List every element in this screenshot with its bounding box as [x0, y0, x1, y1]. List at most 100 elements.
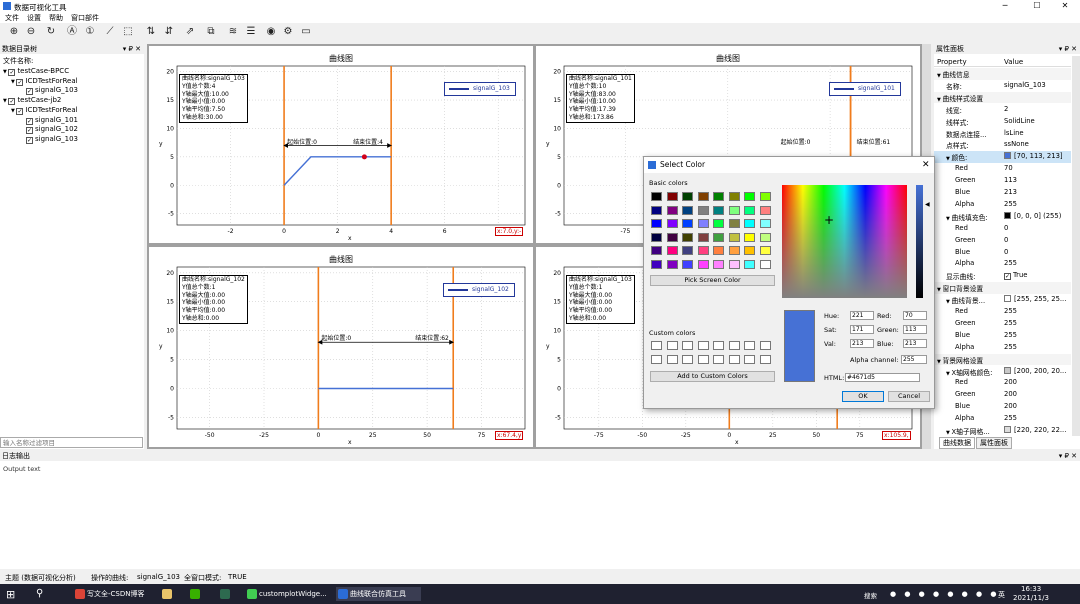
basic-color-swatch[interactable]: [697, 192, 709, 201]
custom-color-swatch[interactable]: [682, 341, 693, 350]
property-row[interactable]: Alpha 255: [934, 413, 1071, 425]
basic-color-swatch[interactable]: [759, 259, 771, 269]
property-row[interactable]: Alpha 255: [934, 199, 1071, 211]
property-row[interactable]: Green 200: [934, 389, 1071, 401]
property-row[interactable]: Blue 213: [934, 187, 1071, 199]
basic-color-swatch[interactable]: [744, 205, 755, 215]
property-value[interactable]: ✓ True: [1004, 271, 1027, 281]
tree-item[interactable]: ▼ ✓ testCase-BPCC: [3, 67, 69, 76]
search-icon[interactable]: ⚲: [36, 588, 43, 599]
custom-color-swatch[interactable]: [759, 354, 771, 364]
property-value[interactable]: ssNone: [1004, 140, 1029, 148]
property-row[interactable]: 名称: signalG_103: [934, 80, 1071, 92]
windows-start-icon[interactable]: ⊞: [6, 588, 15, 601]
hue-input[interactable]: 221: [850, 311, 874, 320]
basic-color-swatch[interactable]: [651, 205, 662, 215]
property-value[interactable]: [220, 220, 22...: [1004, 426, 1066, 434]
menu-help[interactable]: 帮助: [49, 13, 63, 23]
tree-item[interactable]: ✓ signalG_102: [19, 125, 78, 135]
basic-color-swatch[interactable]: [666, 205, 678, 215]
ok-button[interactable]: OK: [842, 391, 884, 402]
green-input[interactable]: 113: [903, 325, 927, 334]
chart-icon[interactable]: ⟋: [104, 26, 116, 38]
all-icon[interactable]: Ⓐ: [66, 26, 78, 38]
tree-item[interactable]: ▼ ✓ ICDTestForReal: [11, 77, 78, 86]
tree-item[interactable]: ✓ signalG_103: [19, 86, 78, 96]
custom-color-swatch[interactable]: [651, 354, 662, 364]
dialog-close-icon[interactable]: ✕: [922, 157, 930, 173]
sat-input[interactable]: 171: [850, 325, 874, 334]
plot-legend[interactable]: signalG_102: [443, 283, 515, 297]
basic-color-swatch[interactable]: [713, 219, 724, 228]
property-value[interactable]: 2: [1004, 105, 1008, 113]
property-row[interactable]: Red 255: [934, 306, 1071, 318]
property-value[interactable]: SolidLine: [1004, 117, 1035, 125]
tree-checkbox[interactable]: ✓: [16, 107, 24, 115]
record-icon[interactable]: ◉: [265, 26, 277, 38]
stack-icon[interactable]: ☰: [245, 26, 257, 38]
task-active-app[interactable]: 曲线联合仿真工具: [336, 587, 421, 601]
basic-color-swatch[interactable]: [728, 246, 740, 255]
select-icon[interactable]: ⬚: [122, 26, 134, 38]
basic-color-swatch[interactable]: [666, 259, 678, 269]
property-value[interactable]: [200, 200, 20...: [1004, 366, 1066, 375]
property-row[interactable]: ▼ 曲线背景... [255, 255, 25...: [934, 294, 1071, 306]
add-custom-color-button[interactable]: Add to Custom Colors: [650, 371, 775, 382]
custom-color-swatch[interactable]: [759, 341, 771, 350]
red-input[interactable]: 70: [903, 311, 927, 320]
maximize-button[interactable]: ☐: [1022, 0, 1052, 12]
property-value[interactable]: 255: [1004, 307, 1017, 315]
basic-color-swatch[interactable]: [666, 192, 678, 201]
property-value[interactable]: lsLine: [1004, 129, 1024, 137]
tree-checkbox[interactable]: ✓: [26, 136, 33, 144]
plot-panel-3[interactable]: -50 -25 0 25 50 75 20 15 10 5 0 -5 x y 起始位置:0 结束位置:62 曲线…: [149, 247, 533, 447]
basic-color-swatch[interactable]: [759, 192, 771, 201]
basic-color-swatch[interactable]: [651, 219, 662, 228]
property-checkbox[interactable]: ✓: [1004, 273, 1011, 281]
property-value[interactable]: 255: [1004, 414, 1017, 422]
property-row[interactable]: 显示曲线: ✓ True: [934, 270, 1071, 282]
basic-color-swatch[interactable]: [759, 246, 771, 255]
value-slider[interactable]: [916, 185, 923, 298]
property-row[interactable]: ▼ 颜色: [70, 113, 213]: [934, 151, 1071, 163]
property-value[interactable]: 255: [1004, 259, 1017, 267]
basic-color-swatch[interactable]: [713, 259, 724, 269]
basic-color-swatch[interactable]: [697, 246, 709, 255]
property-value[interactable]: 255: [1004, 319, 1017, 327]
property-row[interactable]: Red 0: [934, 223, 1071, 235]
data-tree-panel-controls[interactable]: ▾ ₽ ✕: [123, 44, 141, 54]
tray-icons[interactable]: ● ● ● ● ● ● ● ●: [890, 590, 999, 598]
blue-input[interactable]: 213: [903, 339, 927, 348]
property-row[interactable]: Green 113: [934, 175, 1071, 187]
basic-color-swatch[interactable]: [728, 259, 740, 269]
property-row[interactable]: Red 200: [934, 377, 1071, 389]
refresh-icon[interactable]: ↻: [45, 26, 57, 38]
basic-color-swatch[interactable]: [728, 219, 740, 228]
basic-color-swatch[interactable]: [651, 192, 662, 201]
tree-item[interactable]: ▼ ✓ testCase-jb2: [3, 96, 61, 106]
tree-item[interactable]: ▼ ✓ ICDTestForReal: [11, 106, 78, 115]
task-chrome[interactable]: 写文全-CSDN博客 ...: [73, 587, 153, 601]
property-row[interactable]: ▼ X轴网格颜色: [200, 200, 20...: [934, 366, 1071, 378]
zoom-in-icon[interactable]: ⊕: [8, 26, 20, 38]
task-app-4[interactable]: [218, 587, 236, 601]
minimize-button[interactable]: ─: [990, 0, 1020, 12]
basic-color-swatch[interactable]: [744, 246, 755, 255]
property-value[interactable]: 0: [1004, 224, 1008, 232]
property-row[interactable]: ▼ X轴子网格... [220, 220, 22...: [934, 425, 1071, 437]
property-row[interactable]: Red 70: [934, 163, 1071, 175]
property-value[interactable]: 113: [1004, 176, 1017, 184]
property-value[interactable]: 255: [1004, 331, 1017, 339]
plot-panel-1[interactable]: -20246820151050-5xy起始位置:0结束位置:4曲线图曲线名称:s…: [149, 46, 533, 243]
custom-color-swatch[interactable]: [744, 354, 755, 364]
property-row[interactable]: ▼ 曲线信息: [934, 68, 1071, 80]
basic-color-swatch[interactable]: [713, 232, 724, 242]
custom-color-swatch[interactable]: [713, 354, 724, 364]
property-value[interactable]: [70, 113, 213]: [1004, 152, 1063, 160]
basic-color-swatch[interactable]: [744, 232, 755, 242]
property-row[interactable]: Green 0: [934, 235, 1071, 247]
property-value[interactable]: 255: [1004, 200, 1017, 208]
property-value[interactable]: 200: [1004, 378, 1017, 386]
property-scrollbar[interactable]: [1072, 56, 1080, 436]
basic-color-swatch[interactable]: [713, 246, 724, 255]
